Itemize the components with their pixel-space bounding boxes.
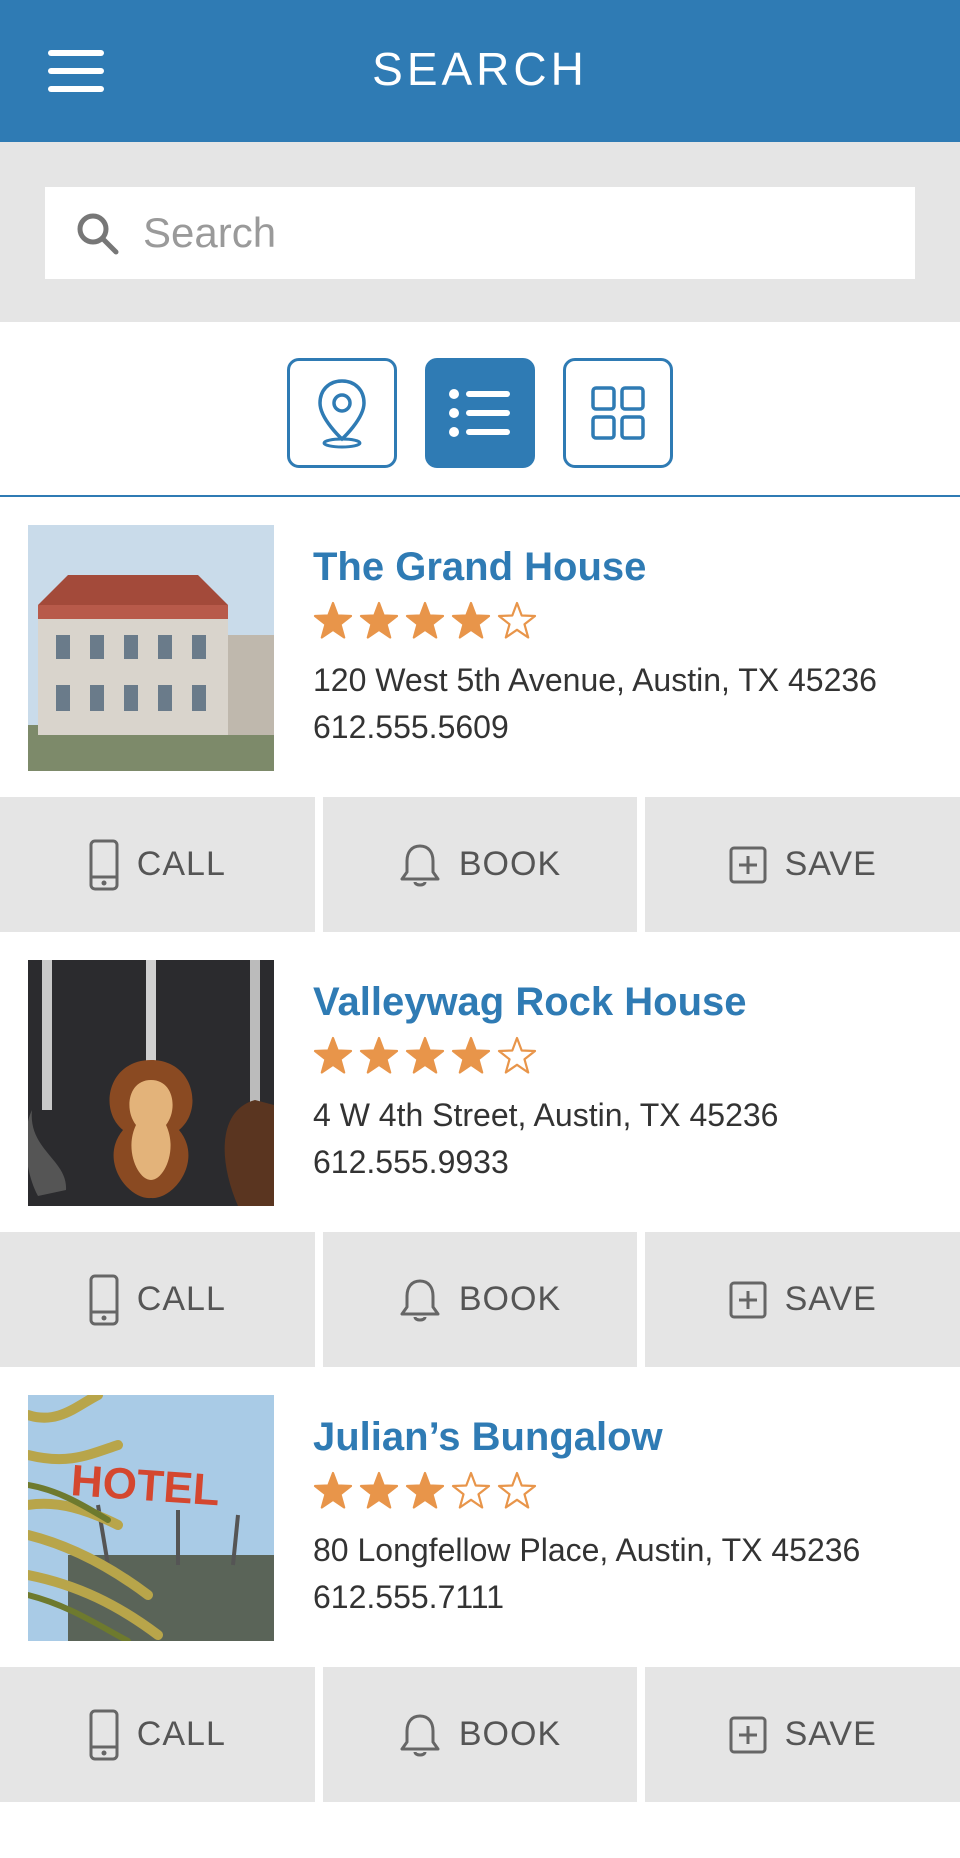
call-label: CALL bbox=[136, 1715, 226, 1753]
call-label: CALL bbox=[136, 1280, 226, 1318]
save-label: SAVE bbox=[784, 1715, 877, 1753]
star-filled-icon bbox=[313, 1471, 353, 1509]
listing-address: 120 West 5th Avenue, Austin, TX 45236 bbox=[313, 662, 877, 698]
save-button[interactable]: SAVE bbox=[645, 797, 960, 932]
listing-card: The Grand House 120 West 5th Avenue, Aus… bbox=[0, 497, 960, 932]
search-box[interactable] bbox=[45, 187, 915, 279]
star-filled-icon bbox=[359, 1036, 399, 1074]
call-button[interactable]: CALL bbox=[0, 1232, 315, 1367]
star-rating bbox=[313, 1036, 537, 1076]
star-filled-icon bbox=[359, 1471, 399, 1509]
phone-icon bbox=[89, 839, 119, 890]
app-header: SEARCH bbox=[0, 0, 960, 142]
hotel-sign-photo: HOTEL bbox=[28, 1395, 274, 1641]
add-box-icon bbox=[729, 1716, 767, 1753]
svg-text:HOTEL: HOTEL bbox=[69, 1456, 221, 1515]
list-view-button[interactable] bbox=[425, 357, 535, 468]
listing-phone: 612.555.9933 bbox=[313, 1144, 509, 1180]
save-button[interactable]: SAVE bbox=[645, 1232, 960, 1367]
listing-actions: CALL BOOK SAVE bbox=[0, 1667, 960, 1802]
map-pin-icon bbox=[318, 378, 366, 448]
map-view-button[interactable] bbox=[287, 357, 397, 468]
star-filled-icon bbox=[405, 1471, 445, 1509]
star-filled-icon bbox=[451, 601, 491, 639]
book-button[interactable]: BOOK bbox=[322, 1667, 638, 1802]
listing-info[interactable]: Valleywag Rock House 4 W 4th Street, Aus… bbox=[0, 932, 960, 1232]
listing-name[interactable]: The Grand House bbox=[313, 545, 646, 590]
star-filled-icon bbox=[313, 1036, 353, 1074]
star-filled-icon bbox=[405, 601, 445, 639]
save-label: SAVE bbox=[784, 1280, 877, 1318]
listing-photo[interactable]: HOTEL bbox=[28, 1395, 274, 1641]
add-box-icon bbox=[729, 846, 767, 883]
book-button[interactable]: BOOK bbox=[322, 797, 638, 932]
star-filled-icon bbox=[405, 1036, 445, 1074]
historic-mansion-photo bbox=[28, 525, 274, 771]
star-filled-icon bbox=[359, 601, 399, 639]
call-button[interactable]: CALL bbox=[0, 1667, 315, 1802]
listing-info[interactable]: The Grand House 120 West 5th Avenue, Aus… bbox=[0, 497, 960, 797]
save-label: SAVE bbox=[784, 845, 877, 883]
star-rating bbox=[313, 1471, 537, 1511]
bell-icon bbox=[400, 1714, 440, 1756]
listing-card: HOTEL Julian’s Bungalow 80 Longfellow Pl… bbox=[0, 1367, 960, 1802]
star-filled-icon bbox=[313, 601, 353, 639]
search-band bbox=[0, 142, 960, 322]
listing-address: 4 W 4th Street, Austin, TX 45236 bbox=[313, 1097, 779, 1133]
listing-photo[interactable] bbox=[28, 525, 274, 771]
listing-address: 80 Longfellow Place, Austin, TX 45236 bbox=[313, 1532, 861, 1568]
save-button[interactable]: SAVE bbox=[645, 1667, 960, 1802]
star-empty-icon bbox=[497, 1471, 537, 1509]
view-toggle-bar bbox=[0, 322, 960, 497]
listing-name[interactable]: Julian’s Bungalow bbox=[313, 1415, 663, 1460]
search-icon bbox=[77, 213, 119, 255]
phone-icon bbox=[89, 1274, 119, 1325]
listing-card: Valleywag Rock House 4 W 4th Street, Aus… bbox=[0, 932, 960, 1367]
star-rating bbox=[313, 601, 537, 641]
listing-actions: CALL BOOK SAVE bbox=[0, 797, 960, 932]
phone-icon bbox=[89, 1709, 119, 1760]
book-label: BOOK bbox=[458, 1280, 562, 1318]
listing-photo[interactable] bbox=[28, 960, 274, 1206]
listing-info[interactable]: HOTEL Julian’s Bungalow 80 Longfellow Pl… bbox=[0, 1367, 960, 1667]
guitars-photo bbox=[28, 960, 274, 1206]
star-empty-icon bbox=[497, 601, 537, 639]
grid-icon bbox=[591, 385, 645, 440]
bell-icon bbox=[400, 1279, 440, 1321]
call-button[interactable]: CALL bbox=[0, 797, 315, 932]
grid-view-button[interactable] bbox=[563, 357, 673, 468]
call-label: CALL bbox=[136, 845, 226, 883]
add-box-icon bbox=[729, 1281, 767, 1318]
listing-name[interactable]: Valleywag Rock House bbox=[313, 980, 747, 1025]
listing-actions: CALL BOOK SAVE bbox=[0, 1232, 960, 1367]
book-label: BOOK bbox=[458, 845, 562, 883]
page-title: SEARCH bbox=[372, 43, 588, 95]
star-empty-icon bbox=[497, 1036, 537, 1074]
listing-phone: 612.555.7111 bbox=[313, 1579, 504, 1615]
book-button[interactable]: BOOK bbox=[322, 1232, 638, 1367]
star-empty-icon bbox=[451, 1471, 491, 1509]
bell-icon bbox=[400, 844, 440, 886]
listing-phone: 612.555.5609 bbox=[313, 709, 509, 745]
star-filled-icon bbox=[451, 1036, 491, 1074]
list-icon bbox=[449, 388, 510, 437]
search-input[interactable] bbox=[143, 209, 843, 257]
book-label: BOOK bbox=[458, 1715, 562, 1753]
